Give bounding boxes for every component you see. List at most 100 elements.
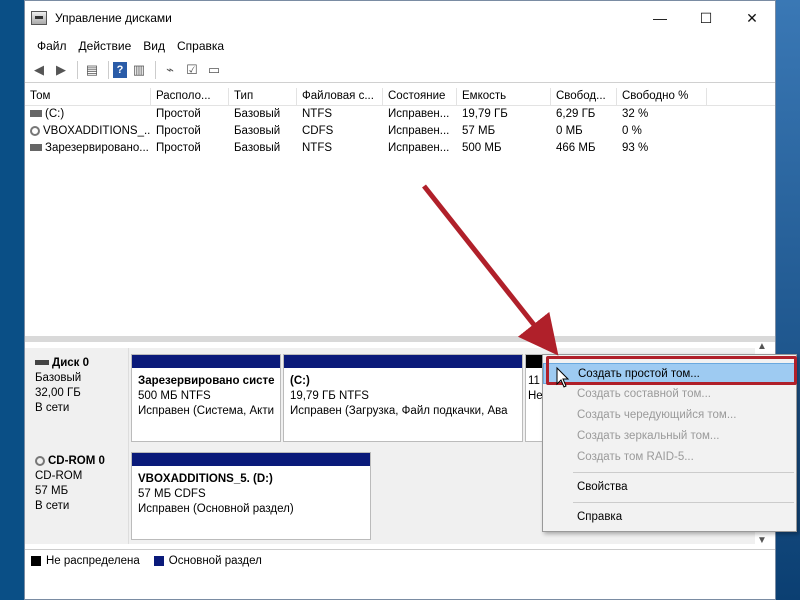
menu-view[interactable]: Вид xyxy=(137,39,171,53)
volume-capacity: 500 МБ xyxy=(462,142,502,154)
disk-size: 57 МБ xyxy=(35,485,69,497)
menu-help-item[interactable]: Справка xyxy=(543,507,796,528)
drive-icon xyxy=(30,110,42,118)
volume-free: 6,29 ГБ xyxy=(556,108,596,120)
disk-size: 32,00 ГБ xyxy=(35,387,81,399)
partition-name: VBOXADDITIONS_5. (D:) xyxy=(138,473,273,485)
menu-separator xyxy=(573,502,794,503)
disk-connect-icon: ⌁ xyxy=(166,61,174,77)
primary-partition-swatch xyxy=(153,555,164,566)
table-row[interactable]: Зарезервировано... Простой Базовый NTFS … xyxy=(25,140,775,157)
volume-filesystem: CDFS xyxy=(302,125,334,137)
menu-create-mirrored-volume[interactable]: Создать зеркальный том... xyxy=(543,426,796,447)
partition-name: (C:) xyxy=(290,375,310,387)
partition-vboxadditions[interactable]: VBOXADDITIONS_5. (D:) 57 МБ CDFS Исправе… xyxy=(131,452,371,540)
partition-reserved[interactable]: Зарезервировано систе 500 МБ NTFS Исправ… xyxy=(131,354,281,442)
menu-separator xyxy=(573,472,794,473)
scroll-up-icon[interactable]: ▲ xyxy=(757,341,767,352)
help-icon: ? xyxy=(116,63,124,76)
menu-create-striped-volume[interactable]: Создать чередующийся том... xyxy=(543,405,796,426)
legend: Не распределена Основной раздел xyxy=(25,549,775,571)
partition-c[interactable]: (C:) 19,79 ГБ NTFS Исправен (Загрузка, Ф… xyxy=(283,354,523,442)
action-pane-icon: ▥ xyxy=(132,61,146,77)
partition-bar xyxy=(284,355,522,368)
volume-name: Зарезервировано... xyxy=(45,142,149,154)
partition-info: 500 МБ NTFS xyxy=(138,390,211,402)
menu-file[interactable]: Файл xyxy=(31,39,73,53)
properties-button[interactable]: ▭ xyxy=(204,60,224,80)
help-button[interactable]: ? xyxy=(113,61,127,78)
legend-primary: Основной раздел xyxy=(168,554,262,567)
connect-disk-button[interactable]: ⌁ xyxy=(160,60,180,80)
checklist-icon: ☑ xyxy=(186,61,198,77)
title-bar: Управление дисками — ☐ ✕ xyxy=(25,1,775,35)
column-layout[interactable]: Располо... xyxy=(151,88,229,105)
minimize-button[interactable]: — xyxy=(637,1,683,35)
disk-label[interactable]: Диск 0 Базовый 32,00 ГБ В сети xyxy=(25,348,129,446)
menu-create-spanned-volume[interactable]: Создать составной том... xyxy=(543,384,796,405)
column-volume[interactable]: Том xyxy=(25,88,151,105)
window-title: Управление дисками xyxy=(55,11,172,25)
arrow-left-icon: ◀ xyxy=(34,61,44,77)
volume-type: Базовый xyxy=(234,108,281,120)
scroll-down-icon[interactable]: ▼ xyxy=(757,535,767,546)
forward-button[interactable]: ▶ xyxy=(51,60,71,80)
menu-properties[interactable]: Свойства xyxy=(543,477,796,498)
highlight-frame xyxy=(546,356,797,385)
disk-management-icon xyxy=(31,11,47,25)
column-free[interactable]: Свобод... xyxy=(551,88,617,105)
back-button[interactable]: ◀ xyxy=(29,60,49,80)
volume-free: 466 МБ xyxy=(556,142,596,154)
partition-bar xyxy=(132,355,280,368)
volume-list: Том Располо... Тип Файловая с... Состоян… xyxy=(25,88,775,336)
volume-type: Базовый xyxy=(234,142,281,154)
arrow-right-icon: ▶ xyxy=(56,61,66,77)
partition-status: Исправен (Загрузка, Файл подкачки, Ава xyxy=(290,405,508,417)
close-button[interactable]: ✕ xyxy=(729,1,775,35)
disk-type: CD-ROM xyxy=(35,470,83,482)
volume-layout: Простой xyxy=(156,108,201,120)
partition-bar xyxy=(132,453,370,466)
volume-layout: Простой xyxy=(156,142,201,154)
volume-type: Базовый xyxy=(234,125,281,137)
toolbar-separator xyxy=(155,60,156,79)
volume-free-percent: 93 % xyxy=(622,142,649,154)
menu-help[interactable]: Справка xyxy=(171,39,230,53)
column-status[interactable]: Состояние xyxy=(383,88,457,105)
volume-status: Исправен... xyxy=(388,125,450,137)
show-action-pane-button[interactable]: ▥ xyxy=(129,60,149,80)
partition-status: Исправен (Система, Акти xyxy=(138,405,275,417)
menu-action[interactable]: Действие xyxy=(73,39,138,53)
unallocated-swatch xyxy=(31,555,41,566)
volume-free-percent: 0 % xyxy=(622,125,642,137)
volume-capacity: 57 МБ xyxy=(462,125,496,137)
partition-status: Исправен (Основной раздел) xyxy=(138,503,294,515)
show-hide-console-tree-button[interactable]: ▤ xyxy=(82,60,102,80)
maximize-button[interactable]: ☐ xyxy=(683,1,729,35)
table-row[interactable]: VBOXADDITIONS_... Простой Базовый CDFS И… xyxy=(25,123,775,140)
column-free-percent[interactable]: Свободно % xyxy=(617,88,707,105)
volume-filesystem: NTFS xyxy=(302,142,333,154)
console-tree-icon: ▤ xyxy=(85,61,99,77)
table-row[interactable]: (C:) Простой Базовый NTFS Исправен... 19… xyxy=(25,106,775,123)
disk-label[interactable]: CD-ROM 0 CD-ROM 57 МБ В сети xyxy=(25,446,129,544)
partition-info: 19,79 ГБ NTFS xyxy=(290,390,369,402)
hard-disk-icon xyxy=(35,360,49,366)
toolbar: ◀ ▶ ▤ ? ▥ ⌁ ☑ ▭ xyxy=(25,57,775,83)
checklist-button[interactable]: ☑ xyxy=(182,60,202,80)
volume-layout: Простой xyxy=(156,125,201,137)
column-type[interactable]: Тип xyxy=(229,88,297,105)
disk-status: В сети xyxy=(35,402,70,414)
volume-free-percent: 32 % xyxy=(622,108,649,120)
cd-icon xyxy=(35,455,45,466)
disk-name: Диск 0 xyxy=(52,357,90,369)
partition-info: 11 xyxy=(528,375,540,387)
menu-bar: Файл Действие Вид Справка xyxy=(25,35,775,57)
menu-create-raid5-volume[interactable]: Создать том RAID-5... xyxy=(543,447,796,468)
column-capacity[interactable]: Емкость xyxy=(457,88,551,105)
disk-status: В сети xyxy=(35,500,70,512)
legend-unallocated: Не распределена xyxy=(46,554,140,567)
column-filesystem[interactable]: Файловая с... xyxy=(297,88,383,105)
toolbar-separator xyxy=(77,60,78,79)
volume-name: (C:) xyxy=(45,108,65,120)
